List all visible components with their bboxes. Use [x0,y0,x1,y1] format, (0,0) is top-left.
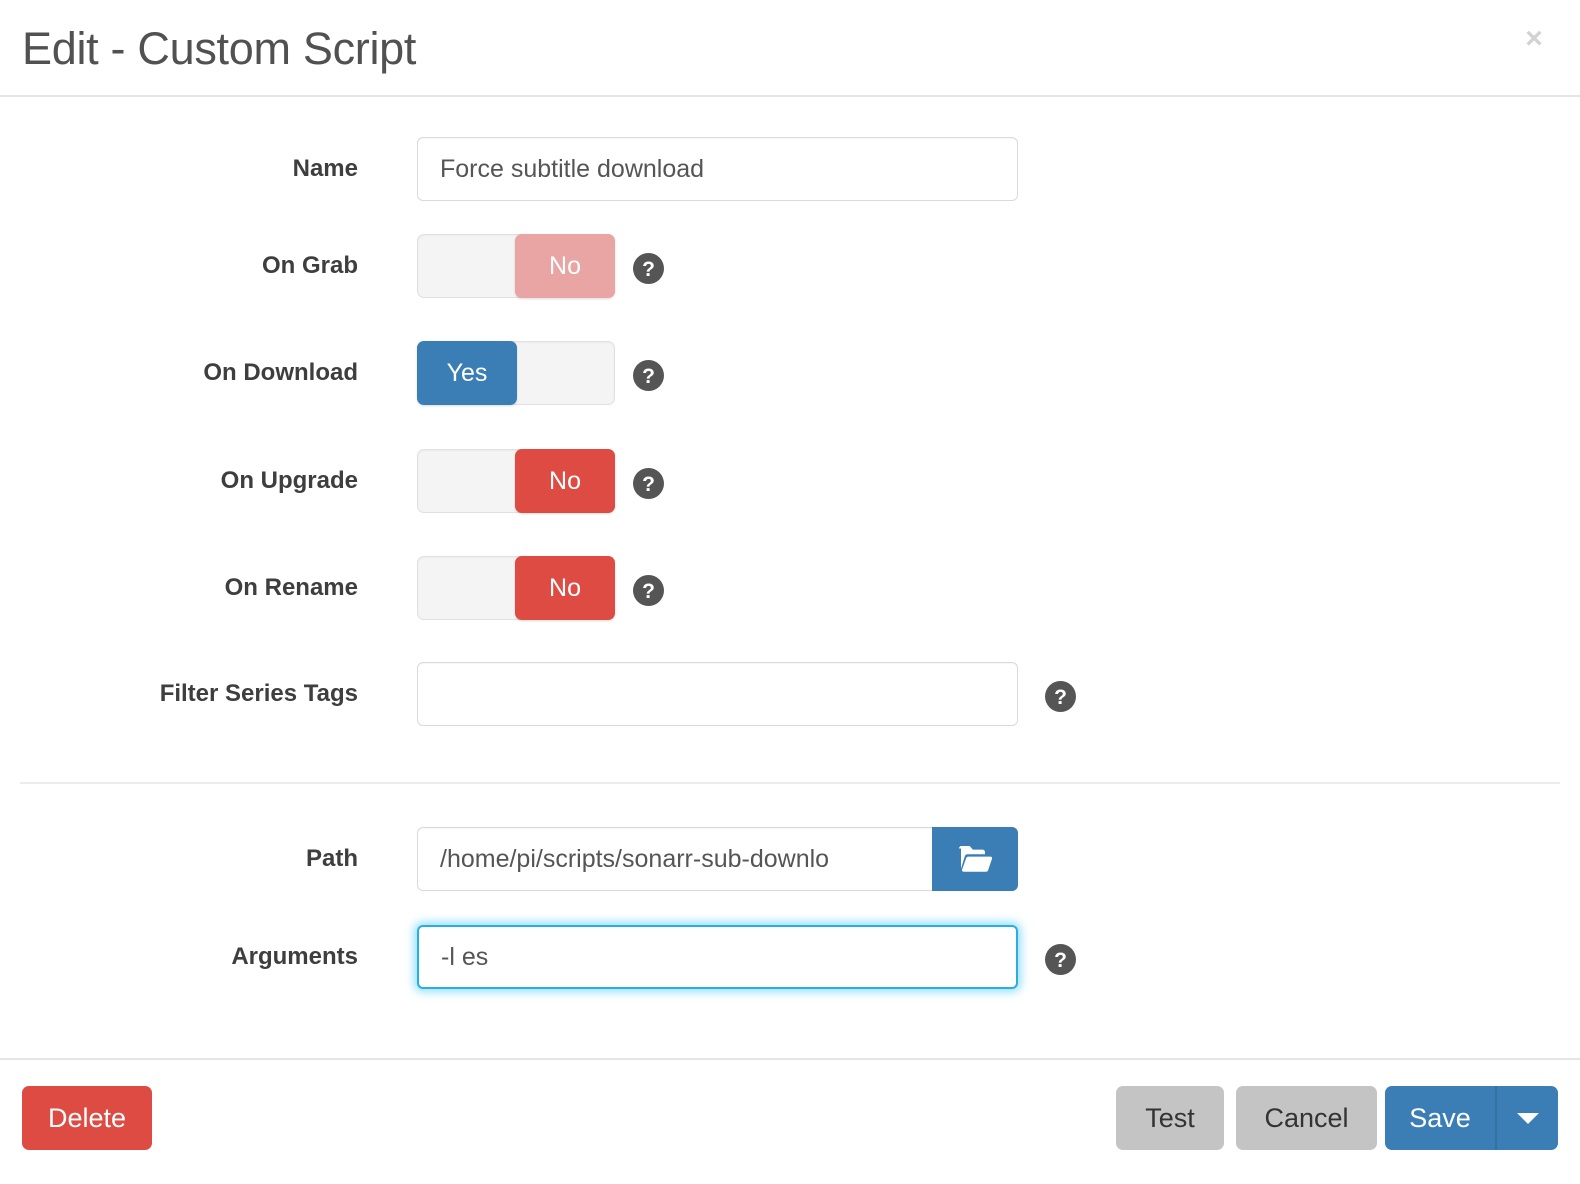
toggle-on-rename[interactable]: No [417,556,615,620]
delete-button[interactable]: Delete [22,1086,153,1150]
help-icon-arguments[interactable]: ? [1045,944,1076,975]
svg-text:?: ? [642,365,655,388]
help-icon-on-download[interactable]: ? [633,360,664,391]
section-divider [20,782,1560,784]
arguments-input[interactable] [417,925,1018,989]
help-icon-on-grab[interactable]: ? [633,253,664,284]
test-button[interactable]: Test [1116,1086,1224,1150]
name-input[interactable] [417,137,1018,201]
save-button[interactable]: Save [1385,1086,1495,1150]
label-path: Path [305,845,358,872]
caret-glyph [1516,1112,1539,1124]
toggle-on-download-value: Yes [417,341,517,405]
path-input[interactable] [417,827,933,891]
page-title: Edit - Custom Script [22,23,417,74]
caret-down-icon[interactable] [1495,1086,1558,1150]
modal-body: Name On Grab No ? On Download Yes ? On [0,99,1580,1058]
label-arguments: Arguments [231,943,358,970]
toggle-on-download[interactable]: Yes [417,341,615,405]
svg-text:?: ? [642,580,655,603]
label-on-grab: On Grab [261,252,358,279]
svg-text:?: ? [642,473,655,496]
modal-footer: Delete Test Cancel Save [0,1058,1580,1184]
toggle-on-grab-value: No [515,234,615,298]
save-button-group: Save [1385,1086,1558,1150]
label-on-upgrade: On Upgrade [220,467,358,494]
svg-text:?: ? [1054,949,1067,972]
help-icon-on-upgrade[interactable]: ? [633,468,664,499]
edit-custom-script-modal: Edit - Custom Script × Name On Grab No ?… [0,0,1580,1184]
help-icon-on-rename[interactable]: ? [633,575,664,606]
label-filter-series-tags: Filter Series Tags [159,680,358,707]
svg-text:?: ? [1054,686,1067,709]
modal-header: Edit - Custom Script × [0,0,1580,97]
toggle-on-upgrade[interactable]: No [417,449,615,513]
close-icon[interactable]: × [1514,19,1554,59]
label-name: Name [292,155,358,182]
toggle-on-upgrade-value: No [515,449,615,513]
path-input-group [417,827,1018,891]
filter-series-tags-input[interactable] [417,662,1018,726]
label-on-download: On Download [203,359,358,386]
toggle-on-rename-value: No [515,556,615,620]
open-folder-icon[interactable] [932,827,1018,891]
label-on-rename: On Rename [224,574,358,601]
cancel-button[interactable]: Cancel [1236,1086,1377,1150]
svg-text:?: ? [642,258,655,281]
help-icon-filter-series-tags[interactable]: ? [1045,681,1076,712]
toggle-on-grab[interactable]: No [417,234,615,298]
